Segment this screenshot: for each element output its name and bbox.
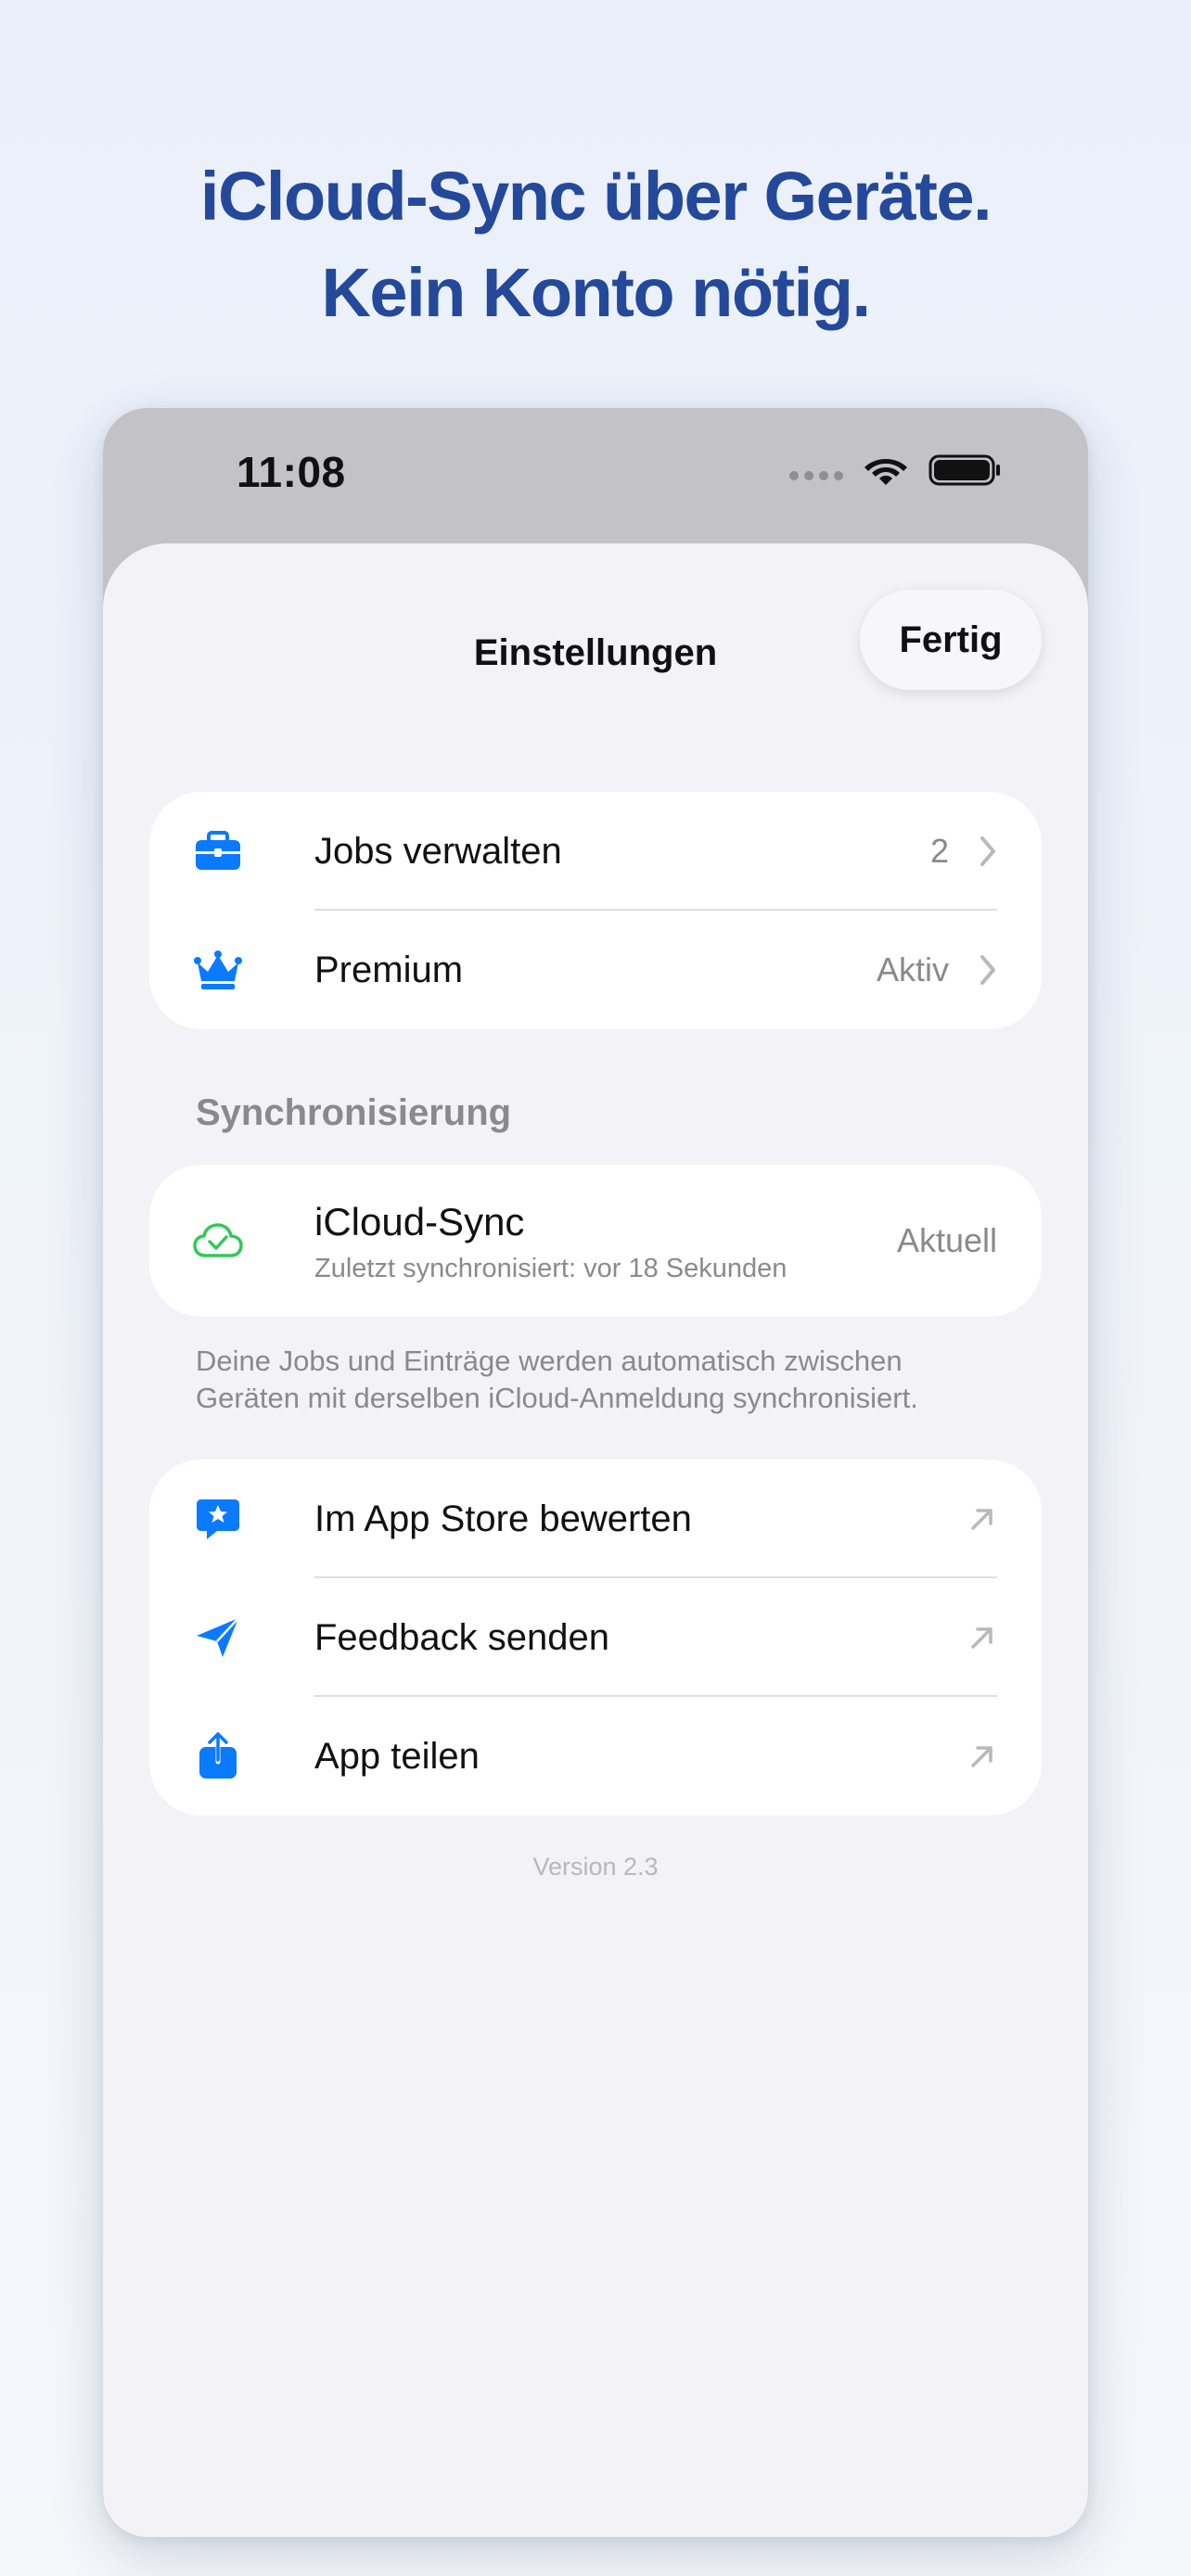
version-label: Version 2.3	[532, 1853, 659, 1881]
sync-footer-note: Deine Jobs und Einträge werden automatis…	[196, 1343, 1031, 1417]
chevron-right-icon	[980, 836, 995, 866]
chevron-right-icon	[980, 955, 995, 985]
settings-sheet: Einstellungen Fertig Jobs verwalten 2 Pr…	[103, 543, 1088, 2537]
star-bubble-icon	[192, 1493, 244, 1545]
row-rate-app-store[interactable]: Im App Store bewerten	[149, 1460, 1042, 1578]
marketing-headline: iCloud-Sync über Geräte. Kein Konto nöti…	[0, 148, 1191, 341]
battery-icon	[928, 454, 1000, 486]
premium-status: Aktiv	[876, 950, 949, 988]
signal-dots-icon	[789, 471, 843, 480]
external-arrow-icon	[971, 1746, 992, 1767]
external-arrow-icon	[971, 1627, 992, 1649]
row-send-feedback[interactable]: Feedback senden	[149, 1578, 1042, 1697]
row-manage-jobs[interactable]: Jobs verwalten 2	[149, 792, 1042, 911]
status-time: 11:08	[237, 448, 346, 496]
headline-line-2: Kein Konto nötig.	[321, 254, 871, 331]
row-label: Premium	[314, 949, 464, 990]
row-icloud-sync[interactable]: iCloud-Sync Zuletzt synchronisiert: vor …	[149, 1165, 1042, 1317]
row-label: Im App Store bewerten	[314, 1498, 692, 1539]
sync-texts: iCloud-Sync Zuletzt synchronisiert: vor …	[314, 1200, 787, 1284]
settings-group-actions: Im App Store bewerten Feedback senden Ap…	[149, 1460, 1042, 1816]
external-arrow-icon	[971, 1509, 992, 1530]
paperplane-icon	[192, 1612, 244, 1664]
footer-line-1: Deine Jobs und Einträge werden automatis…	[196, 1345, 903, 1377]
section-header-sync: Synchronisierung	[196, 1092, 512, 1133]
cloud-check-icon	[192, 1215, 244, 1267]
share-icon	[192, 1730, 244, 1782]
row-label: Feedback senden	[314, 1616, 610, 1658]
settings-group-main: Jobs verwalten 2 Premium Aktiv	[149, 792, 1042, 1029]
jobs-count: 2	[929, 832, 949, 870]
status-icons	[789, 453, 1003, 488]
footer-line-2: Geräten mit derselben iCloud-Anmeldung s…	[196, 1382, 918, 1414]
sync-title: iCloud-Sync	[314, 1200, 525, 1243]
settings-group-sync: iCloud-Sync Zuletzt synchronisiert: vor …	[149, 1165, 1042, 1317]
device-frame: 11:08 Einstellungen Fertig Jobs verwalte…	[103, 408, 1088, 2537]
sync-status: Aktuell	[896, 1221, 997, 1259]
row-premium[interactable]: Premium Aktiv	[149, 911, 1042, 1029]
row-share-app[interactable]: App teilen	[149, 1697, 1042, 1816]
done-button[interactable]: Fertig	[860, 590, 1042, 690]
row-label: Jobs verwalten	[314, 830, 562, 872]
sync-last-synced: Zuletzt synchronisiert: vor 18 Sekunden	[314, 1254, 788, 1283]
briefcase-icon	[192, 825, 244, 877]
crown-icon	[192, 944, 244, 996]
row-label: App teilen	[314, 1735, 480, 1777]
status-bar: 11:08	[103, 408, 1088, 543]
wifi-icon	[864, 459, 907, 485]
headline-line-1: iCloud-Sync über Geräte.	[199, 158, 992, 235]
